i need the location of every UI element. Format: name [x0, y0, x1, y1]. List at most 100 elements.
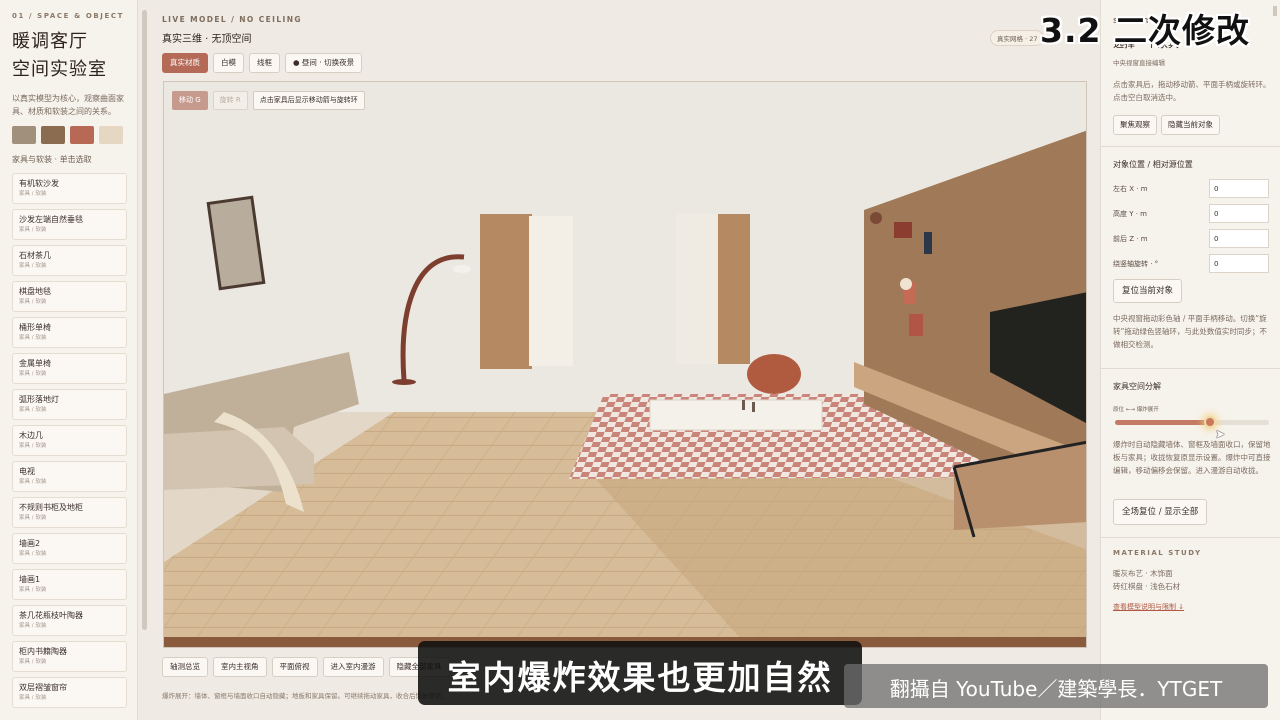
list-item[interactable]: 电视 家具 / 软装 — [12, 461, 127, 492]
swatch-walnut[interactable] — [41, 126, 65, 144]
list-item-name: 沙发左端自然垂毯 — [19, 215, 83, 224]
list-item[interactable]: 柜内书籍陶器 家具 / 软装 — [12, 641, 127, 672]
list-item[interactable]: 双层褶皱窗帘 家具 / 软装 — [12, 677, 127, 708]
list-item[interactable]: 棋盘地毯 家具 / 软装 — [12, 281, 127, 312]
list-item-category: 家具 / 软装 — [19, 191, 47, 197]
sidebar-eyebrow: 01 / SPACE & OBJECT — [12, 12, 125, 20]
plan-view-button[interactable]: 平面俯视 — [271, 657, 318, 677]
curtain-right-sheer[interactable] — [676, 214, 718, 364]
walkthrough-button[interactable]: 进入室内漫游 — [322, 657, 384, 677]
divider — [1101, 146, 1280, 147]
selected-subtitle: 中央视窗直接编辑 — [1113, 59, 1165, 67]
list-item[interactable]: 墙画2 家具 / 软装 — [12, 533, 127, 564]
material-swatches — [12, 126, 127, 144]
left-sidebar: 01 / SPACE & OBJECT 暖调客厅 空间实验室 以真实模型为核心，… — [0, 0, 138, 720]
z-input[interactable] — [1209, 229, 1269, 248]
right-panel: SELECTED 选择一个家具 中央视窗直接编辑 点击家具后，拖动移动箭、平面手… — [1100, 0, 1280, 720]
list-item[interactable]: 茶几花瓶枝叶陶器 家具 / 软装 — [12, 605, 127, 636]
rotation-input[interactable] — [1209, 254, 1269, 273]
list-item[interactable]: 桶形单椅 家具 / 软装 — [12, 317, 127, 348]
barrel-armchair[interactable] — [747, 354, 801, 394]
right-scrollbar[interactable] — [1273, 6, 1277, 16]
curtain-left-sheer[interactable] — [529, 216, 573, 366]
list-item-category: 家具 / 软装 — [19, 335, 47, 341]
explode-slider-fill — [1115, 420, 1211, 425]
furniture-list: 有机软沙发 家具 / 软装 沙发左端自然垂毯 家具 / 软装 石材茶几 家具 / 软装 棋盘… — [12, 173, 127, 708]
reset-all-button[interactable]: 全场复位 / 显示全部 — [1113, 499, 1208, 525]
list-item-name: 电视 — [19, 467, 35, 476]
mouse-cursor-icon: ➤ — [1215, 427, 1226, 441]
list-item-category: 家具 / 软装 — [19, 299, 47, 305]
list-item-name: 不规则书柜及地柜 — [19, 503, 83, 512]
curtain-right-back[interactable] — [718, 214, 750, 364]
rotate-tool-button[interactable]: 旋转 R — [212, 91, 248, 110]
list-item-category: 家具 / 软装 — [19, 623, 47, 629]
list-item-name: 弧形落地灯 — [19, 395, 59, 404]
reset-object-button[interactable]: 复位当前对象 — [1113, 279, 1183, 303]
sidebar-scrollbar[interactable] — [142, 10, 147, 630]
list-item[interactable]: 弧形落地灯家具 / 软装 — [12, 389, 127, 420]
subtitle-text: 室内爆炸效果也更加自然 — [447, 658, 833, 697]
list-item-name: 茶几花瓶枝叶陶器 — [19, 611, 83, 620]
tab-white-model[interactable]: 白模 — [213, 53, 244, 73]
living-room-scene[interactable] — [164, 82, 1087, 648]
x-field-label: 左右 X · m — [1113, 185, 1148, 193]
curtain-left-back[interactable] — [480, 214, 532, 369]
explode-slider[interactable] — [1115, 416, 1269, 428]
list-item-name: 石材茶几 — [19, 251, 51, 260]
list-item[interactable]: 墙画1 家具 / 软装 — [12, 569, 127, 600]
explode-description: 爆炸时自动隐藏墙体、窗框及墙面收口，保留地板与家具；收拢恢复原显示设置。爆炸中可… — [1113, 440, 1271, 475]
list-item-category: 家具 / 软装 — [19, 551, 47, 557]
sidebar-description: 以真实模型为核心，观察曲面家具、材质和软装之间的关系。 — [12, 94, 124, 116]
model-notes-link[interactable]: 查看模型说明与限制 ↓ — [1113, 601, 1271, 614]
subtitle-box: 室内爆炸效果也更加自然 — [418, 641, 862, 705]
tab-day-night-toggle[interactable]: ● 昼间 · 切换夜景 — [285, 53, 363, 73]
sidebar-title-line1: 暖调客厅 — [12, 31, 88, 52]
divider — [1101, 368, 1280, 369]
position-section-title: 对象位置 / 相对源位置 — [1113, 160, 1193, 169]
y-input[interactable] — [1209, 204, 1269, 223]
credit-box: 翻攝自 YouTube／建築學長．YTGET — [844, 664, 1268, 708]
main-area: LIVE MODEL / NO CEILING 真实三维 · 无顶空间 真实网格… — [152, 0, 1098, 720]
list-item-category: 家具 / 软装 — [19, 443, 47, 449]
swatch-brick-red[interactable] — [70, 126, 94, 144]
material-study-title: MATERIAL STUDY — [1113, 549, 1202, 557]
axonometric-view-button[interactable]: 轴测总览 — [162, 657, 208, 677]
tab-real-material[interactable]: 真实材质 — [162, 53, 208, 73]
list-item[interactable]: 木边几家具 / 软装 — [12, 425, 127, 456]
furniture-section-label: 家具与软装 · 单击选取 — [12, 155, 92, 164]
list-item-category: 家具 / 软装 — [19, 515, 47, 521]
explode-note: 爆炸展开：墙体、窗框与墙面收口自动隐藏；地板和家具保留。可继续拖动家具，收合后恢… — [162, 692, 448, 700]
list-item[interactable]: 金属单椅 家具 / 软装 — [12, 353, 127, 384]
list-item[interactable]: 不规则书柜及地柜 家具 / 软装 — [12, 497, 127, 528]
list-item-name: 双层褶皱窗帘 — [19, 683, 67, 692]
sidebar-title: 暖调客厅 空间实验室 — [12, 28, 127, 84]
hide-object-button[interactable]: 隐藏当前对象 — [1161, 115, 1220, 135]
list-item-category: 家具 / 软装 — [19, 371, 47, 377]
tab-wireframe[interactable]: 线框 — [249, 53, 280, 73]
list-item-category: 家具 / 软装 — [19, 587, 47, 593]
list-item[interactable]: 石材茶几 家具 / 软装 — [12, 245, 127, 276]
swatch-warm-grey[interactable] — [12, 126, 36, 144]
list-item-name: 柜内书籍陶器 — [19, 647, 67, 656]
swatch-cream[interactable] — [99, 126, 123, 144]
viewport-title: 真实三维 · 无顶空间 — [162, 34, 252, 45]
focus-button[interactable]: 聚焦观察 — [1113, 115, 1157, 135]
explode-slider-label: 原位 ←→ 爆炸展开 — [1113, 407, 1159, 413]
3d-viewport[interactable]: 移动 G 旋转 R 点击家具后显示移动箭与旋转环 — [163, 81, 1087, 648]
list-item[interactable]: 沙发左端自然垂毯 家具 / 软装 — [12, 209, 127, 240]
interior-view-button[interactable]: 室内主视角 — [213, 657, 267, 677]
stone-coffee-table[interactable] — [649, 399, 823, 431]
video-section-title: 3.2 二次修改 — [1040, 11, 1250, 50]
list-item[interactable]: 有机软沙发 家具 / 软装 — [12, 173, 127, 204]
list-item-category: 家具 / 软装 — [19, 695, 47, 701]
credit-text: 翻攝自 YouTube／建築學長．YTGET — [889, 677, 1223, 701]
viewport-eyebrow: LIVE MODEL / NO CEILING — [162, 15, 302, 24]
material-line-1: 暖灰布艺 · 木饰面 — [1113, 569, 1173, 578]
list-item-name: 墙画1 — [19, 575, 41, 584]
list-item-category: 家具 / 软装 — [19, 407, 47, 413]
rotation-field-label: 绕竖轴旋转 · ° — [1113, 260, 1159, 268]
move-tool-button[interactable]: 移动 G — [172, 91, 208, 110]
list-item-name: 木边几 — [19, 431, 43, 440]
x-input[interactable] — [1209, 179, 1269, 198]
